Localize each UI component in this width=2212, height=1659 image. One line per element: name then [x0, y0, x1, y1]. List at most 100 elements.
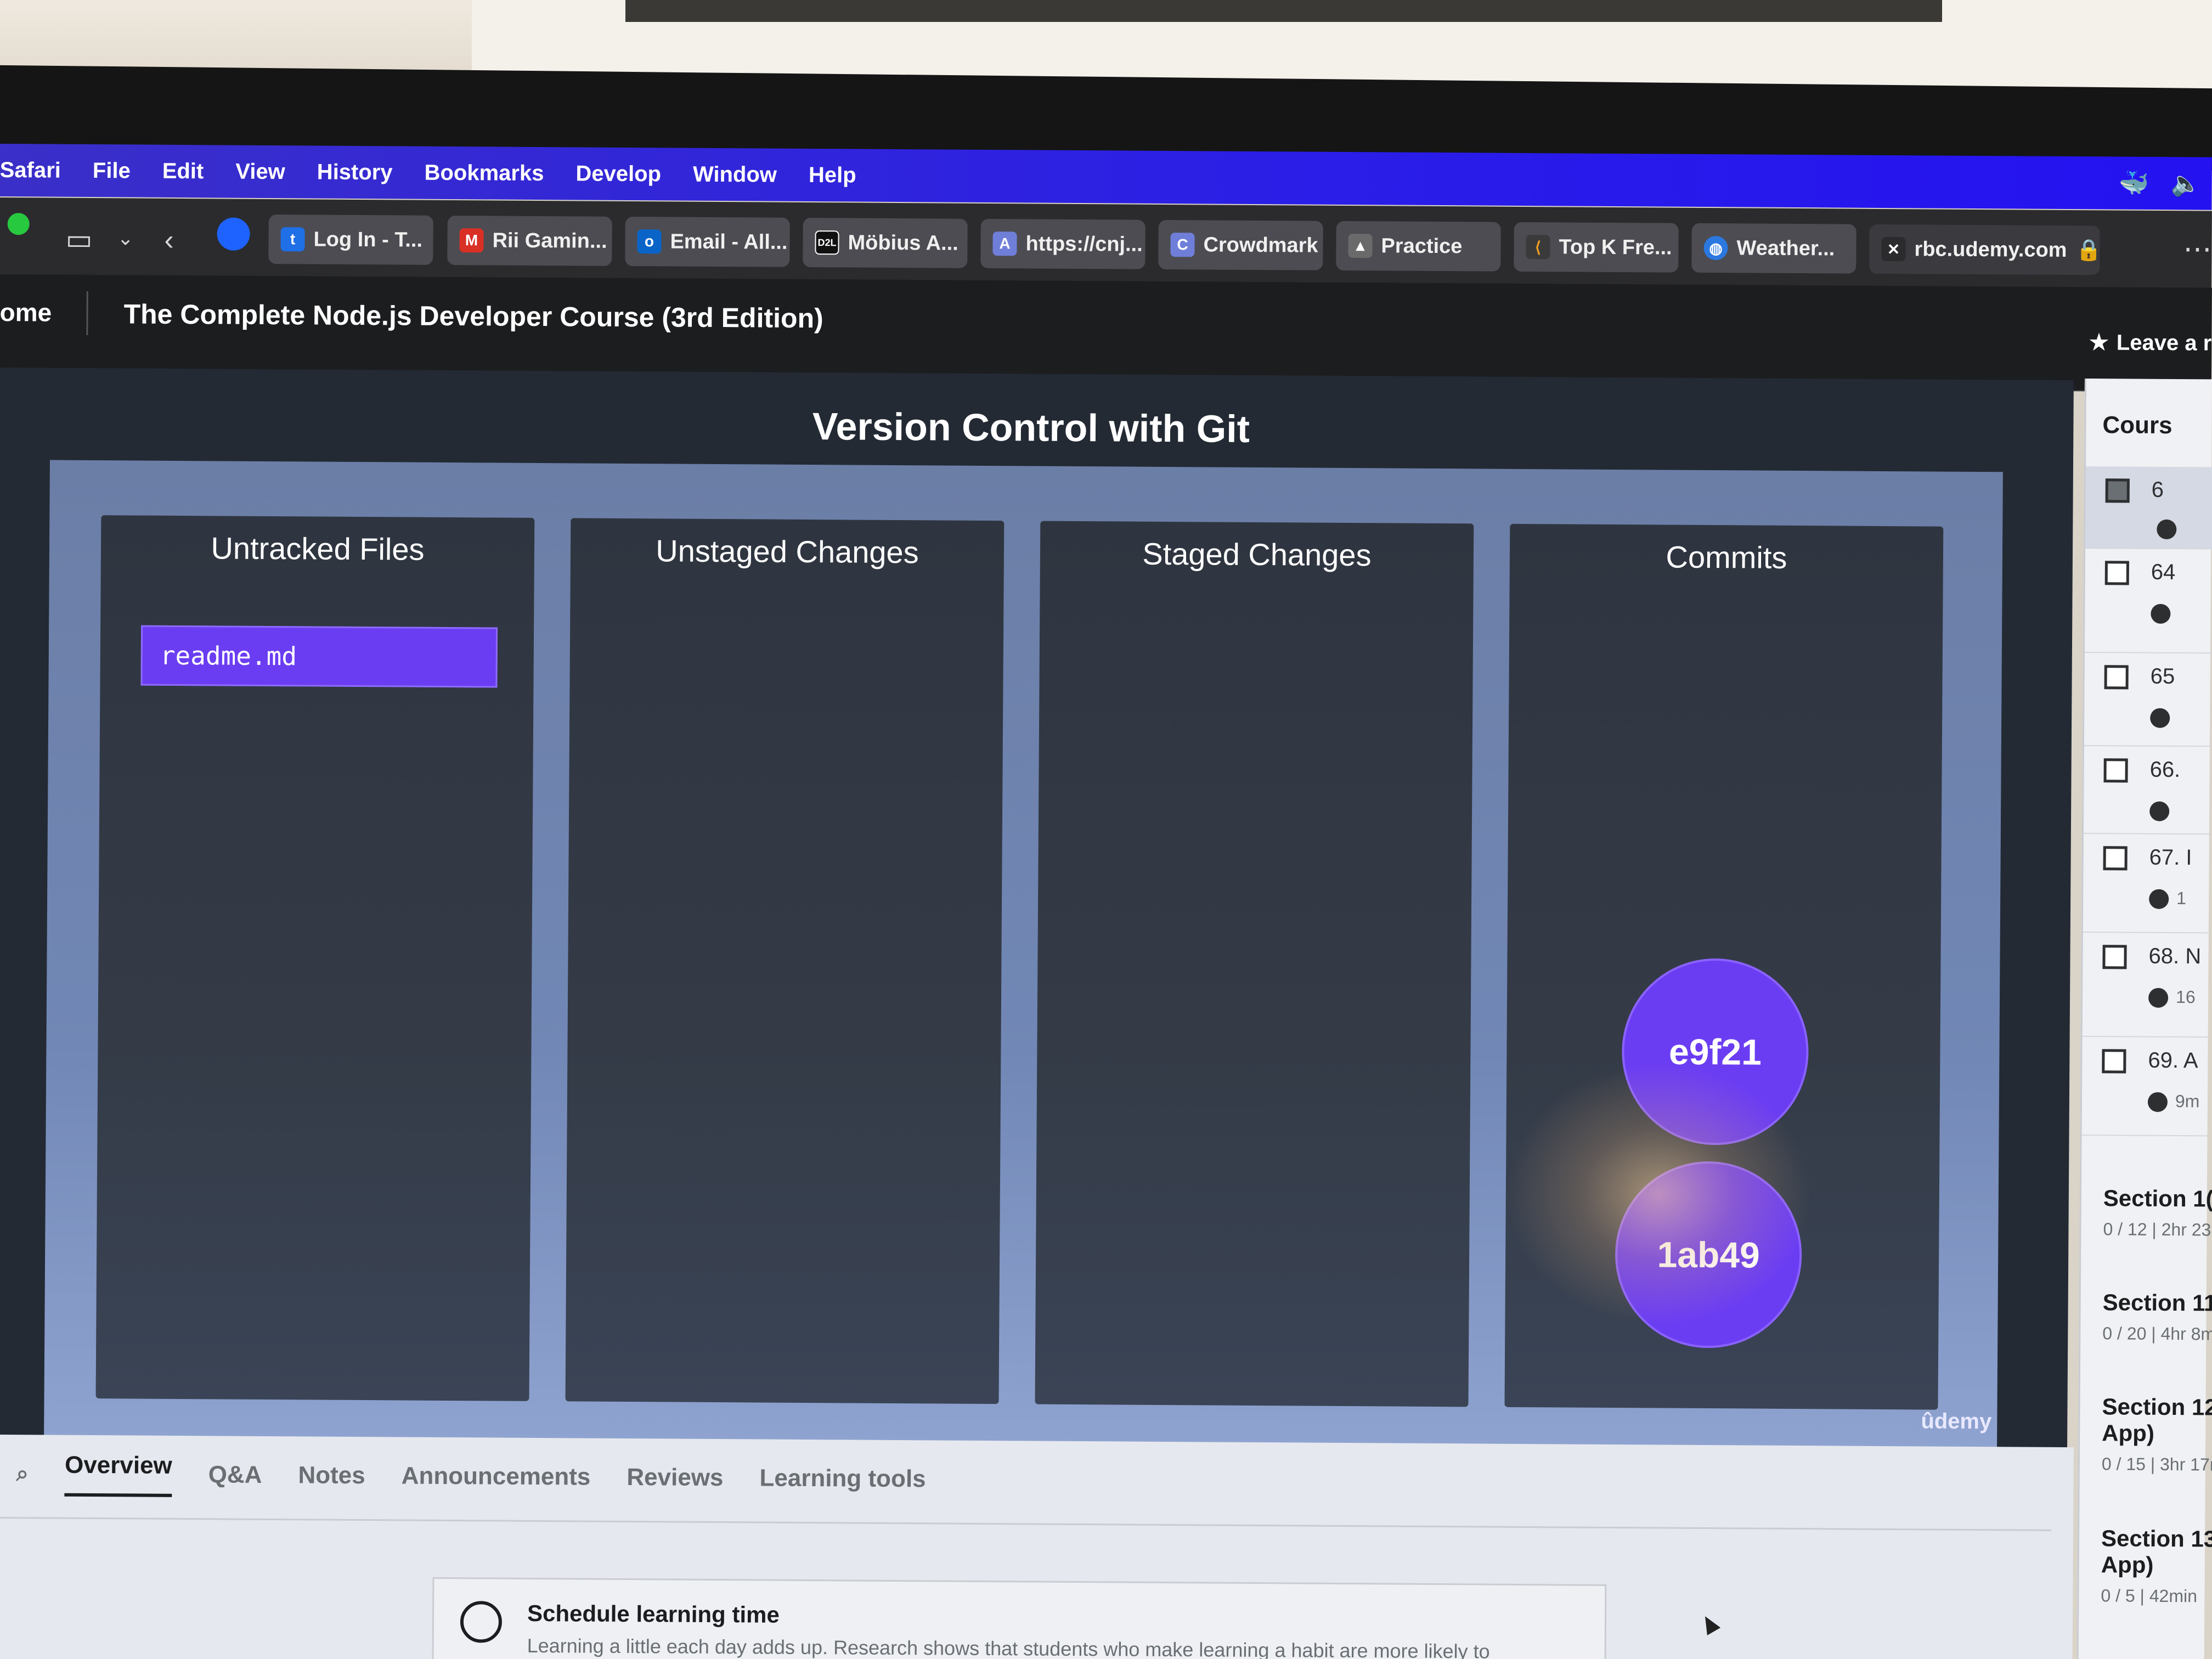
privacy-shield-icon[interactable]	[217, 217, 250, 251]
leave-rating-button[interactable]: ★ Leave a r	[2089, 330, 2212, 356]
checkbox[interactable]	[2102, 945, 2127, 969]
trello-icon: t	[280, 227, 305, 252]
lecture-number: 6	[2151, 477, 2164, 502]
sidebar-lecture-item[interactable]: 65	[2084, 653, 2212, 747]
column-staged: Staged Changes	[1035, 521, 1474, 1407]
checkbox[interactable]	[2104, 561, 2129, 585]
tab-leetcode[interactable]: ⟨ Top K Fre...	[1514, 222, 1679, 273]
tab-udemy-active[interactable]: ✕ rbc.udemy.com 🔒	[1869, 224, 2100, 275]
tab-outlook[interactable]: o Email - All...	[625, 216, 790, 267]
menu-help[interactable]: Help	[809, 163, 856, 188]
back-arrow-icon[interactable]: ‹	[164, 224, 174, 257]
docker-icon[interactable]: 🐳	[2119, 169, 2149, 198]
home-link[interactable]: ome	[0, 297, 52, 328]
section-title: Section 11	[2102, 1289, 2212, 1316]
tab-qa[interactable]: Q&A	[208, 1461, 262, 1489]
menu-window[interactable]: Window	[693, 162, 777, 187]
letter-a-icon: A	[992, 232, 1017, 256]
sidebar-section[interactable]: Section 1( 0 / 12 | 2hr 23	[2103, 1185, 2212, 1240]
tab-label: Rii Gamin...	[492, 228, 607, 253]
tab-weather[interactable]: ◍ Weather...	[1691, 223, 1857, 274]
crowdmark-icon: C	[1170, 233, 1195, 257]
gmail-icon: M	[459, 228, 484, 253]
lecture-number: 64	[2151, 560, 2176, 585]
leave-rating-label: Leave a r	[2116, 330, 2212, 356]
column-title: Commits	[1666, 539, 1787, 575]
git-board: Untracked Files readme.md Unstaged Chang…	[44, 460, 2003, 1449]
tab-label: https://cnj...	[1025, 232, 1143, 256]
play-icon	[2150, 708, 2170, 728]
lecture-number: 67. I	[2149, 845, 2192, 870]
sidebar-header: Cours	[2102, 411, 2172, 439]
tab-reviews[interactable]: Reviews	[627, 1464, 723, 1492]
tab-overview[interactable]: Overview	[64, 1451, 172, 1497]
section-title: Section 1(	[2103, 1185, 2212, 1212]
tab-trello[interactable]: t Log In - T...	[268, 214, 433, 265]
tab-notes[interactable]: Notes	[298, 1462, 365, 1489]
tab-mobius[interactable]: D2L Möbius A...	[803, 217, 968, 268]
checkbox[interactable]	[2102, 1049, 2126, 1074]
menu-safari[interactable]: Safari	[0, 157, 61, 183]
course-title: The Complete Node.js Developer Course (3…	[123, 298, 823, 334]
menu-file[interactable]: File	[93, 159, 131, 183]
menu-history[interactable]: History	[317, 160, 393, 185]
tab-label: Top K Fre...	[1559, 235, 1672, 259]
more-icon[interactable]: ⋯	[2183, 233, 2211, 266]
sidebar-toggle-icon[interactable]: ▭	[65, 223, 93, 256]
section-title-continued: App)	[2102, 1420, 2155, 1446]
screen-glare	[1504, 1061, 1813, 1327]
tab-cnj[interactable]: A https://cnj...	[980, 218, 1146, 269]
tab-practice[interactable]: ▲ Practice	[1336, 221, 1501, 272]
column-title: Unstaged Changes	[656, 533, 919, 570]
search-icon[interactable]: ⌕	[16, 1462, 29, 1486]
sidebar-section[interactable]: Section 12 App) 0 / 15 | 3hr 17mi	[2102, 1393, 2212, 1475]
lecture-duration: 1	[2176, 888, 2187, 909]
outlook-icon: o	[637, 229, 662, 254]
tab-url: rbc.udemy.com	[1914, 237, 2067, 262]
menu-edit[interactable]: Edit	[162, 159, 204, 183]
sidebar-lecture-item[interactable]: 66.	[2083, 746, 2211, 835]
tab-label: Möbius A...	[848, 230, 958, 255]
slide-title: Version Control with Git	[812, 405, 1250, 450]
sidebar-section[interactable]: Section 13: App) 0 / 5 | 42min	[2101, 1525, 2212, 1606]
sidebar-lecture-item[interactable]: 68. N 16	[2082, 932, 2210, 1038]
play-icon	[2147, 1092, 2168, 1112]
checkbox[interactable]	[2104, 665, 2129, 690]
tab-announcements[interactable]: Announcements	[402, 1462, 591, 1491]
sidebar-lecture-item[interactable]: 6	[2085, 466, 2212, 550]
lecture-number: 65	[2150, 664, 2175, 689]
schedule-description: Learning a little each day adds up. Rese…	[527, 1634, 1490, 1659]
volume-icon[interactable]: 🔈	[2171, 169, 2201, 198]
checkbox[interactable]	[2103, 846, 2128, 871]
play-icon	[2148, 988, 2169, 1008]
video-player[interactable]: Version Control with Git Untracked Files…	[0, 368, 2074, 1626]
play-icon	[2151, 603, 2171, 624]
lecture-number: 66.	[2149, 757, 2181, 782]
lecture-tabs-panel: ⌕ Overview Q&A Notes Announcements Revie…	[0, 1435, 2074, 1659]
chevron-down-icon[interactable]: ⌄	[117, 227, 133, 250]
play-icon	[2157, 519, 2177, 540]
sidebar-lecture-item[interactable]: 67. I 1	[2083, 834, 2211, 934]
menu-develop[interactable]: Develop	[575, 161, 661, 187]
sidebar-lecture-item[interactable]: 64	[2084, 549, 2212, 654]
section-title: Section 12	[2102, 1393, 2212, 1420]
close-icon[interactable]: ✕	[1881, 236, 1906, 262]
sidebar-lecture-item[interactable]: 69. A 9m	[2081, 1036, 2210, 1137]
menu-bookmarks[interactable]: Bookmarks	[424, 160, 544, 185]
tab-crowdmark[interactable]: C Crowdmark	[1158, 219, 1323, 270]
alarm-clock-icon	[460, 1601, 503, 1643]
menu-view[interactable]: View	[235, 159, 285, 184]
tab-learning-tools[interactable]: Learning tools	[759, 1464, 926, 1493]
play-icon	[2149, 801, 2170, 821]
dark-strip	[625, 0, 1942, 22]
sidebar-section[interactable]: Section 11 0 / 20 | 4hr 8m	[2102, 1289, 2212, 1344]
window-zoom-button[interactable]	[7, 213, 30, 235]
column-title: Untracked Files	[211, 531, 425, 567]
tab-gmail[interactable]: M Rii Gamin...	[447, 215, 612, 266]
leetcode-icon: ⟨	[1526, 234, 1550, 259]
schedule-card[interactable]: Schedule learning time Learning a little…	[432, 1577, 1607, 1659]
rocket-icon: ▲	[1348, 234, 1373, 258]
checkbox-checked[interactable]	[2105, 478, 2130, 503]
checkbox[interactable]	[2103, 758, 2128, 783]
tab-label: Practice	[1381, 234, 1463, 258]
